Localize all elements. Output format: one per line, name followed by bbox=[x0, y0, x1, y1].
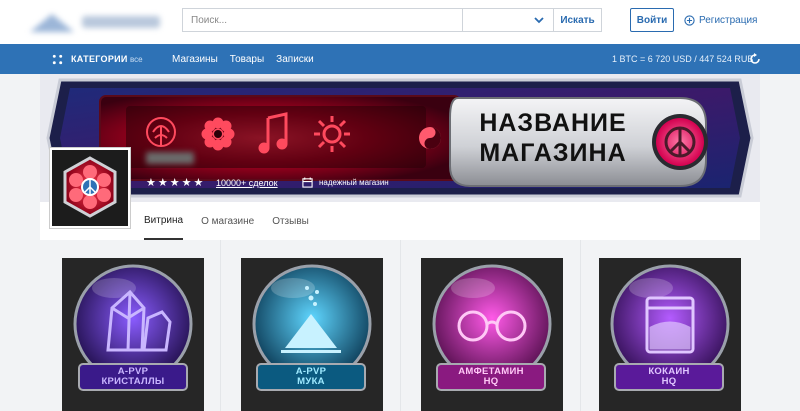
main-navbar: КАТЕГОРИИ все Магазины Товары Записки 1 … bbox=[0, 44, 800, 74]
shop-tabs: Витрина О магазине Отзывы bbox=[144, 202, 309, 240]
login-button[interactable]: Войти bbox=[630, 8, 674, 32]
product-label-line2: HQ bbox=[483, 376, 499, 387]
nav-links: Магазины Товары Записки bbox=[172, 44, 314, 74]
star-icon: ★ bbox=[181, 177, 192, 189]
product-label-line2: КРИСТАЛЛЫ bbox=[101, 376, 165, 387]
trusted-shop-badge: надежный магазин bbox=[302, 177, 389, 188]
shop-name-blurred bbox=[146, 152, 194, 164]
top-header: Искать Войти Регистрация bbox=[0, 0, 800, 44]
grid-dots-icon bbox=[52, 54, 63, 64]
product-card[interactable]: КОКАИН HQ bbox=[580, 240, 760, 411]
refresh-icon[interactable] bbox=[749, 53, 761, 65]
product-label-line2: HQ bbox=[661, 376, 677, 387]
trusted-shop-label: надежный магазин bbox=[319, 178, 389, 187]
calendar-check-icon bbox=[302, 177, 313, 188]
tab-reviews[interactable]: Отзывы bbox=[272, 202, 309, 240]
search-input[interactable] bbox=[182, 8, 462, 32]
product-card[interactable]: A-PVP КРИСТАЛЛЫ bbox=[40, 240, 220, 411]
product-label: КОКАИН HQ bbox=[614, 363, 724, 391]
product-label: A-PVP МУКА bbox=[256, 363, 366, 391]
nav-link-goods[interactable]: Товары bbox=[230, 54, 264, 65]
star-icon: ★ bbox=[169, 177, 180, 189]
register-link[interactable]: Регистрация bbox=[684, 8, 757, 32]
product-grid: A-PVP КРИСТАЛЛЫ A-PVP МУКА АМФЕТАМИН HQ … bbox=[40, 240, 760, 411]
star-icon: ★ bbox=[193, 177, 204, 189]
banner-title-line2: МАГАЗИНА bbox=[479, 139, 627, 167]
product-label: АМФЕТАМИН HQ bbox=[436, 363, 546, 391]
banner-title-line1: НАЗВАНИЕ bbox=[479, 109, 627, 137]
rating-stars: ★ ★ ★ ★ ★ bbox=[146, 178, 203, 189]
categories-label: КАТЕГОРИИ bbox=[71, 54, 128, 64]
chevron-down-icon bbox=[534, 17, 544, 24]
nav-link-shops[interactable]: Магазины bbox=[172, 54, 218, 65]
banner-title: НАЗВАНИЕ МАГАЗИНА bbox=[462, 108, 644, 168]
search-bar: Искать bbox=[182, 8, 602, 32]
product-label-line2: МУКА bbox=[297, 376, 325, 387]
search-category-select[interactable] bbox=[462, 8, 554, 32]
nav-link-notes[interactable]: Записки bbox=[276, 54, 314, 65]
categories-all-link[interactable]: все bbox=[130, 44, 143, 74]
product-label: A-PVP КРИСТАЛЛЫ bbox=[78, 363, 188, 391]
register-label: Регистрация bbox=[699, 14, 758, 26]
tab-about[interactable]: О магазине bbox=[201, 202, 254, 240]
product-card[interactable]: A-PVP МУКА bbox=[220, 240, 400, 411]
product-card[interactable]: АМФЕТАМИН HQ bbox=[400, 240, 580, 411]
search-button[interactable]: Искать bbox=[554, 8, 602, 32]
star-icon: ★ bbox=[146, 177, 156, 189]
deals-count-link[interactable]: 10000+ сделок bbox=[216, 178, 278, 188]
site-logo[interactable] bbox=[30, 8, 170, 36]
btc-rate: 1 BTC = 6 720 USD / 447 524 RUB bbox=[612, 54, 754, 64]
tab-showcase[interactable]: Витрина bbox=[144, 202, 184, 240]
categories-button[interactable]: КАТЕГОРИИ bbox=[52, 44, 128, 74]
star-icon: ★ bbox=[157, 177, 168, 189]
plus-circle-icon bbox=[684, 14, 695, 26]
shop-avatar[interactable] bbox=[50, 148, 130, 228]
